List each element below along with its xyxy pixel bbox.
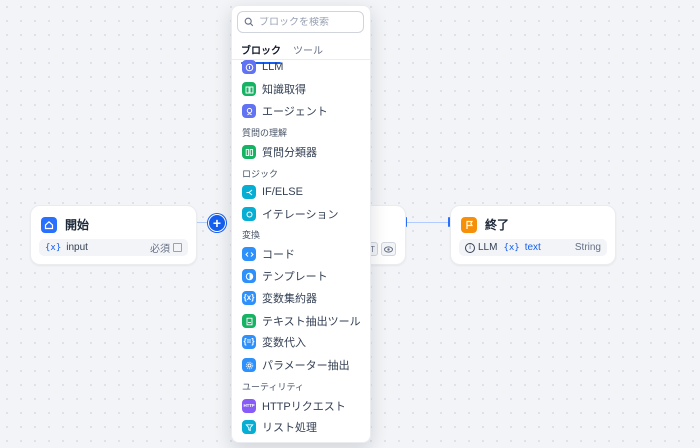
block-item-variable-aggregator[interactable]: {x} 変数集約器 — [242, 289, 364, 307]
tab-tools[interactable]: ツール — [293, 41, 323, 59]
block-item-llm[interactable]: LLM — [242, 58, 364, 76]
aggregator-icon: {x} — [242, 291, 256, 305]
agent-icon — [242, 104, 256, 118]
book-icon — [242, 82, 256, 96]
llm-icon — [242, 60, 256, 74]
section-utilities: ユーティリティ — [242, 382, 304, 392]
code-icon — [242, 247, 256, 261]
block-search-input[interactable] — [259, 16, 359, 28]
block-item-label: 変数集約器 — [262, 293, 317, 305]
block-item-label: LLM — [262, 61, 284, 73]
llm-node-row-controls: T — [367, 242, 396, 256]
http-icon: HTTP — [242, 399, 256, 413]
block-item-label: 変数代入 — [262, 337, 306, 349]
output-variable-name: text — [524, 242, 541, 253]
block-item-label: エージェント — [262, 106, 328, 118]
end-node-output-row: i LLM {x} text String — [459, 239, 607, 256]
block-item-iteration[interactable]: イテレーション — [242, 205, 364, 223]
flag-icon — [461, 216, 477, 233]
classifier-icon — [242, 145, 256, 159]
eye-icon[interactable] — [380, 242, 396, 256]
assign-icon: {=} — [242, 335, 256, 349]
add-block-button[interactable]: + — [208, 214, 226, 232]
start-node-title: 開始 — [65, 218, 90, 232]
block-item-doc-extractor[interactable]: テキスト抽出ツール — [242, 312, 364, 330]
block-item-template[interactable]: テンプレート — [242, 267, 364, 285]
block-item-list-operator[interactable]: リスト処理 — [242, 418, 364, 436]
variable-icon: {x} — [503, 242, 520, 253]
end-node[interactable]: 終了 i LLM {x} text String — [450, 205, 616, 265]
block-item-agent[interactable]: エージェント — [242, 102, 364, 120]
llm-source-icon: i — [465, 242, 475, 253]
end-node-title: 終了 — [485, 218, 510, 232]
block-item-variable-assigner[interactable]: {=} 変数代入 — [242, 333, 364, 351]
block-selector-menu: ブロック ツール LLM 知識取得 エージェント 質問の理解 質問分類器 ロジッ… — [231, 5, 371, 443]
block-item-code[interactable]: コード — [242, 245, 364, 263]
block-item-if-else[interactable]: IF/ELSE — [242, 183, 364, 201]
param-icon — [242, 358, 256, 372]
block-item-label: イテレーション — [262, 209, 339, 221]
block-item-label: コード — [262, 249, 295, 261]
required-label: 必須 — [150, 244, 170, 255]
tab-blocks[interactable]: ブロック — [241, 41, 281, 64]
block-item-label: テキスト抽出ツール — [262, 316, 361, 328]
text-input-type-icon — [173, 243, 182, 252]
loop-icon — [242, 207, 256, 221]
filter-icon — [242, 420, 256, 434]
section-transform: 変換 — [242, 230, 261, 240]
search-icon — [244, 17, 254, 27]
start-node-variable-row: {x} input 必須 — [39, 239, 188, 256]
block-item-label: 知識取得 — [262, 84, 306, 96]
block-item-label: テンプレート — [262, 271, 328, 283]
block-item-label: パラメーター抽出 — [262, 360, 350, 372]
block-item-knowledge-retrieval[interactable]: 知識取得 — [242, 80, 364, 98]
start-node[interactable]: 開始 {x} input 必須 — [30, 205, 197, 265]
block-item-http-request[interactable]: HTTP HTTPリクエスト — [242, 397, 364, 415]
block-item-label: HTTPリクエスト — [262, 401, 346, 413]
edge-middle-to-end — [407, 222, 449, 223]
variable-icon: {x} — [45, 242, 62, 253]
output-source-label: LLM — [478, 242, 498, 253]
section-question-understanding: 質問の理解 — [242, 128, 288, 138]
home-icon — [41, 216, 57, 233]
block-search-box[interactable] — [237, 11, 364, 33]
block-item-parameter-extractor[interactable]: パラメーター抽出 — [242, 356, 364, 374]
doc-extract-icon — [242, 314, 256, 328]
block-item-label: リスト処理 — [262, 422, 317, 434]
start-variable-name: input — [66, 242, 88, 253]
branch-icon — [242, 185, 256, 199]
output-type-label: String — [574, 242, 601, 253]
block-item-label: IF/ELSE — [262, 186, 303, 198]
block-item-label: 質問分類器 — [262, 147, 317, 159]
section-logic: ロジック — [242, 169, 279, 179]
template-icon — [242, 269, 256, 283]
block-item-question-classifier[interactable]: 質問分類器 — [242, 143, 364, 161]
